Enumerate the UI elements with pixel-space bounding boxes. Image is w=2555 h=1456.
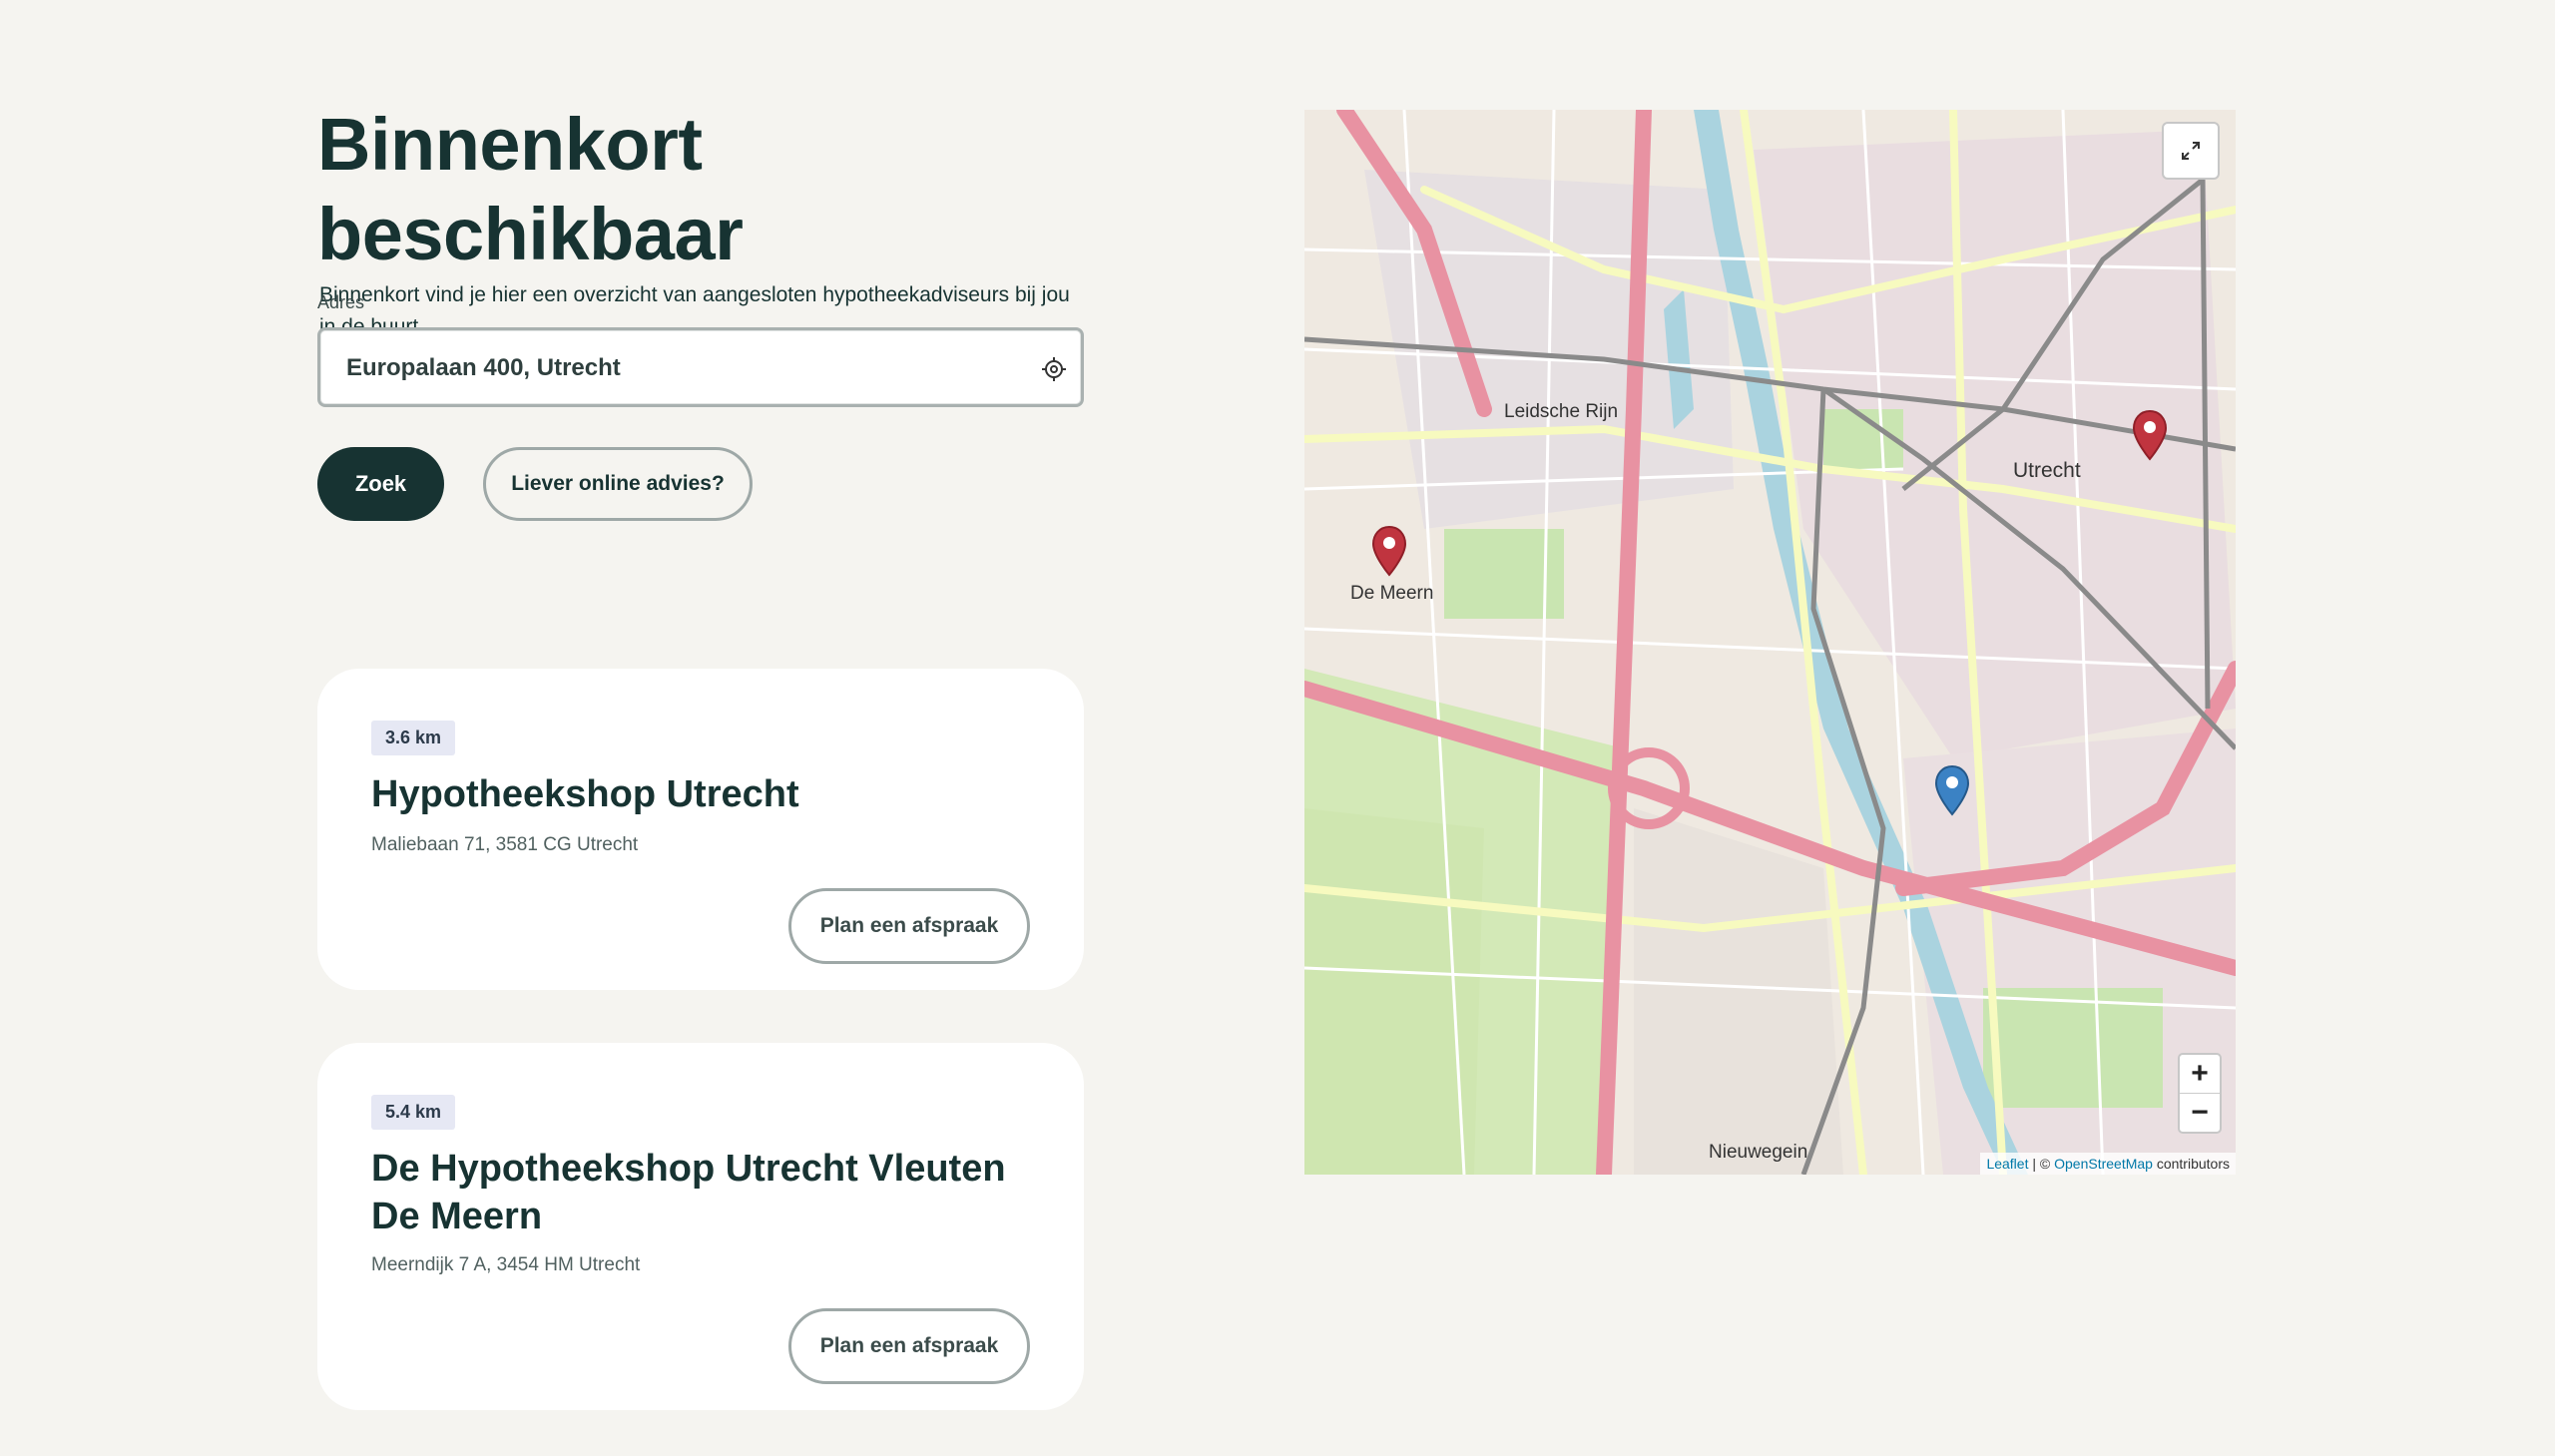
intro-section: Binnenkort beschikbaar Binnenkort vind j… xyxy=(317,100,1086,343)
locate-icon[interactable] xyxy=(1041,356,1067,382)
result-card: 5.4 km De Hypotheekshop Utrecht Vleuten … xyxy=(317,1043,1084,1410)
plan-appointment-button[interactable]: Plan een afspraak xyxy=(788,888,1030,964)
result-card: 3.6 km Hypotheekshop Utrecht Maliebaan 7… xyxy=(317,669,1084,990)
zoom-out-button[interactable]: − xyxy=(2180,1094,2220,1132)
plan-appointment-button[interactable]: Plan een afspraak xyxy=(788,1308,1030,1384)
map-label-de-meern: De Meern xyxy=(1350,583,1434,604)
office-name: Hypotheekshop Utrecht xyxy=(371,773,799,815)
openstreetmap-link[interactable]: OpenStreetMap xyxy=(2054,1156,2153,1172)
office-address: Meerndijk 7 A, 3454 HM Utrecht xyxy=(371,1254,641,1275)
map-tiles xyxy=(1304,110,2236,1175)
office-marker-icon[interactable] xyxy=(2132,409,2168,461)
attribution-separator: | © xyxy=(2032,1156,2051,1172)
search-button[interactable]: Zoek xyxy=(317,447,444,521)
zoom-control: + − xyxy=(2178,1053,2222,1134)
office-name: De Hypotheekshop Utrecht Vleuten De Meer… xyxy=(371,1148,1006,1237)
page-title: Binnenkort beschikbaar xyxy=(317,103,744,275)
map-label-utrecht: Utrecht xyxy=(2013,459,2081,482)
attribution-suffix: contributors xyxy=(2156,1156,2230,1172)
map-attribution: Leaflet | © OpenStreetMap contributors xyxy=(1980,1153,2236,1175)
map-label-nieuwegein: Nieuwegein xyxy=(1709,1142,1808,1163)
online-advice-button[interactable]: Liever online advies? xyxy=(483,447,753,521)
address-label: Adres xyxy=(317,292,365,312)
address-field[interactable] xyxy=(317,327,1084,407)
address-input[interactable] xyxy=(344,330,997,406)
map-label-leidsche-rijn: Leidsche Rijn xyxy=(1504,401,1619,422)
search-location-marker-icon[interactable] xyxy=(1934,764,1970,816)
office-marker-icon[interactable] xyxy=(1371,525,1407,577)
leaflet-link[interactable]: Leaflet xyxy=(1986,1156,2028,1172)
distance-badge: 5.4 km xyxy=(371,1095,456,1130)
zoom-in-button[interactable]: + xyxy=(2180,1055,2220,1094)
expand-icon xyxy=(2182,142,2200,160)
map[interactable]: Utrecht De Meern Leidsche Rijn Nieuwegei… xyxy=(1304,110,2236,1175)
distance-badge: 3.6 km xyxy=(371,721,456,755)
fullscreen-button[interactable] xyxy=(2162,122,2220,180)
office-address: Maliebaan 71, 3581 CG Utrecht xyxy=(371,834,639,855)
